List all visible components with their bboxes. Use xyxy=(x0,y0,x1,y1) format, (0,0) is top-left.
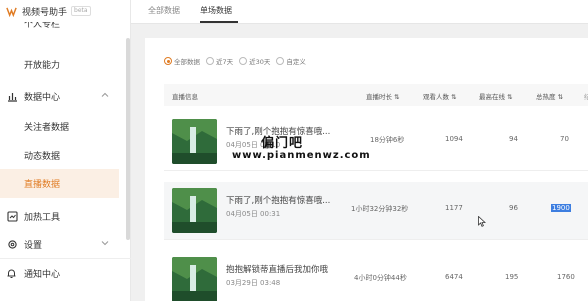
cell-heat: 70 xyxy=(560,135,569,143)
radio-icon xyxy=(276,57,285,65)
beta-badge: beta xyxy=(71,6,91,16)
sidebar-item-data-center[interactable]: 数据中心 xyxy=(0,82,119,110)
radio-icon xyxy=(239,57,248,65)
cell-heat: 1760 xyxy=(557,273,575,281)
date-filter: 全部数据 近7天 近30天 自定义 xyxy=(164,55,312,67)
sidebar-item-post-data[interactable]: 动态数据 xyxy=(0,141,119,169)
sidebar-item-column[interactable]: 个人专栏 xyxy=(0,22,119,38)
cell-duration: 1小时32分钟32秒 xyxy=(351,205,409,213)
cell-peak: 195 xyxy=(505,273,519,281)
table-row[interactable]: 抱抱解锁蒂直播后我加你哦 03月29日 03:48 4小时0分钟44秒 6474… xyxy=(164,251,588,301)
column-total-heat[interactable]: 总热度 ⇅ xyxy=(536,91,563,101)
sidebar-item-label: 开放能力 xyxy=(24,60,61,71)
filter-custom[interactable]: 自定义 xyxy=(276,56,306,66)
live-title[interactable]: 抱抱解锁蒂直播后我加你哦 xyxy=(226,263,328,275)
cell-peak: 96 xyxy=(509,204,518,212)
radio-selected-icon xyxy=(164,57,172,65)
column-live-info: 直播信息 xyxy=(172,93,198,101)
live-cover-image xyxy=(172,119,217,164)
column-viewers[interactable]: 观看人数 ⇅ xyxy=(423,91,457,101)
live-cover-image xyxy=(172,188,217,233)
column-more: 结 xyxy=(584,93,588,101)
cell-duration: 18分钟6秒 xyxy=(370,136,405,144)
sidebar-item-label: 动态数据 xyxy=(24,151,61,162)
promote-icon xyxy=(6,210,18,222)
tab-active-indicator xyxy=(200,21,238,23)
cell-heat: 1900 xyxy=(551,204,571,212)
app-window: 视频号助手 beta 个人专栏 开放能力 数据中心 关注者数据 动态数据 直播数… xyxy=(0,0,588,301)
gear-icon xyxy=(6,238,18,250)
chevron-down-icon xyxy=(101,241,109,246)
column-duration[interactable]: 直播时长 ⇅ xyxy=(366,91,400,101)
sidebar-scrollbar[interactable] xyxy=(126,38,130,240)
table-row[interactable]: 下雨了,刚个抱抱有惊喜哦... 04月05日 02:10 18分钟6秒 1094… xyxy=(164,113,588,171)
filter-7-days[interactable]: 近7天 xyxy=(206,56,233,66)
cell-viewers: 6474 xyxy=(445,273,463,281)
sidebar-item-label: 加热工具 xyxy=(24,212,61,223)
radio-icon xyxy=(206,57,214,65)
chevron-up-icon xyxy=(101,92,109,97)
sidebar: 视频号助手 beta 个人专栏 开放能力 数据中心 关注者数据 动态数据 直播数… xyxy=(0,0,131,301)
logo-icon xyxy=(6,7,17,17)
sidebar-item-label: 设置 xyxy=(24,240,43,251)
cell-duration: 4小时0分钟44秒 xyxy=(354,274,407,282)
sidebar-item-open-abilities[interactable]: 开放能力 xyxy=(0,50,119,78)
mouse-cursor-icon xyxy=(478,216,486,227)
filter-all[interactable]: 全部数据 xyxy=(164,56,200,66)
live-date: 03月29日 03:48 xyxy=(226,279,281,287)
sidebar-item-label: 数据中心 xyxy=(24,92,61,103)
live-title[interactable]: 下雨了,刚个抱抱有惊喜哦... xyxy=(226,194,330,206)
sidebar-item-label: 直播数据 xyxy=(24,180,61,190)
cell-viewers: 1177 xyxy=(445,204,463,212)
watermark-title: 偏门吧 xyxy=(261,136,304,151)
sidebar-item-follower-data[interactable]: 关注者数据 xyxy=(0,112,119,140)
cell-viewers: 1094 xyxy=(445,135,463,143)
live-date: 04月05日 00:31 xyxy=(226,210,281,218)
cell-peak: 94 xyxy=(509,135,518,143)
live-cover-image xyxy=(172,257,217,301)
live-data-panel: 全部数据 近7天 近30天 自定义 直播信息 直播时长 ⇅ 观看人数 ⇅ 最高在… xyxy=(145,38,588,301)
column-peak-online[interactable]: 最高在线 ⇅ xyxy=(479,91,513,101)
app-header: 视频号助手 beta xyxy=(0,0,131,22)
tab-all-data[interactable]: 全部数据 xyxy=(148,5,180,16)
bell-icon xyxy=(6,268,18,280)
table-header: 直播信息 直播时长 ⇅ 观看人数 ⇅ 最高在线 ⇅ 总热度 ⇅ 结 xyxy=(164,84,588,106)
filter-30-days[interactable]: 近30天 xyxy=(239,56,270,66)
sidebar-item-label: 关注者数据 xyxy=(24,122,70,133)
sidebar-item-boost-tools[interactable]: 加热工具 xyxy=(0,202,119,230)
watermark-url: www.pianmenwz.com xyxy=(232,150,371,161)
sidebar-item-settings[interactable]: 设置 xyxy=(0,230,119,258)
bar-chart-icon xyxy=(6,90,18,102)
sidebar-item-label: 通知中心 xyxy=(24,270,61,280)
sidebar-item-live-data[interactable]: 直播数据 xyxy=(0,169,119,198)
tab-bar: 全部数据 单场数据 xyxy=(131,0,588,24)
table-row[interactable]: 下雨了,刚个抱抱有惊喜哦... 04月05日 00:31 1小时32分钟32秒 … xyxy=(164,182,588,240)
tab-single-session[interactable]: 单场数据 xyxy=(200,5,232,16)
sidebar-item-notifications[interactable]: 通知中心 xyxy=(0,258,131,288)
app-title: 视频号助手 xyxy=(22,7,68,18)
